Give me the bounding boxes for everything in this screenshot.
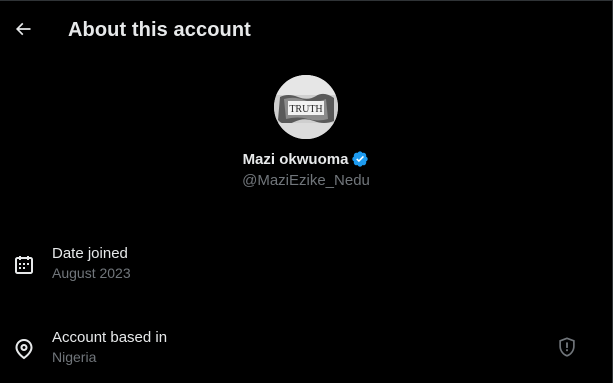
- about-account-page: About this account TRUTH Mazi okwuoma @M…: [0, 0, 613, 383]
- name-row: Mazi okwuoma: [243, 148, 370, 170]
- account-location-label: Account based in: [52, 329, 168, 346]
- account-location-row: Account based in Nigeria: [0, 329, 612, 373]
- avatar[interactable]: TRUTH: [274, 75, 338, 139]
- location-info-button[interactable]: [556, 336, 578, 358]
- arrow-left-icon: [15, 22, 31, 36]
- shield-info-icon: [559, 337, 575, 357]
- date-joined-label: Date joined: [52, 245, 128, 262]
- back-button[interactable]: [8, 14, 38, 44]
- svg-text:TRUTH: TRUTH: [289, 104, 322, 115]
- calendar-icon: [15, 256, 33, 274]
- username-handle: @MaziEzike_Nedu: [242, 172, 370, 189]
- date-joined-value: August 2023: [52, 265, 131, 281]
- date-joined-row: Date joined August 2023: [0, 245, 612, 289]
- verified-badge-icon: [351, 150, 369, 168]
- truth-avatar: TRUTH: [274, 75, 338, 139]
- page-title: About this account: [68, 19, 251, 41]
- location-pin-icon: [15, 339, 33, 360]
- profile-summary: TRUTH Mazi okwuoma @MaziEzike_Nedu: [0, 75, 612, 189]
- account-location-value: Nigeria: [52, 349, 97, 365]
- page-header: About this account: [0, 1, 612, 59]
- display-name: Mazi okwuoma: [242, 150, 349, 168]
